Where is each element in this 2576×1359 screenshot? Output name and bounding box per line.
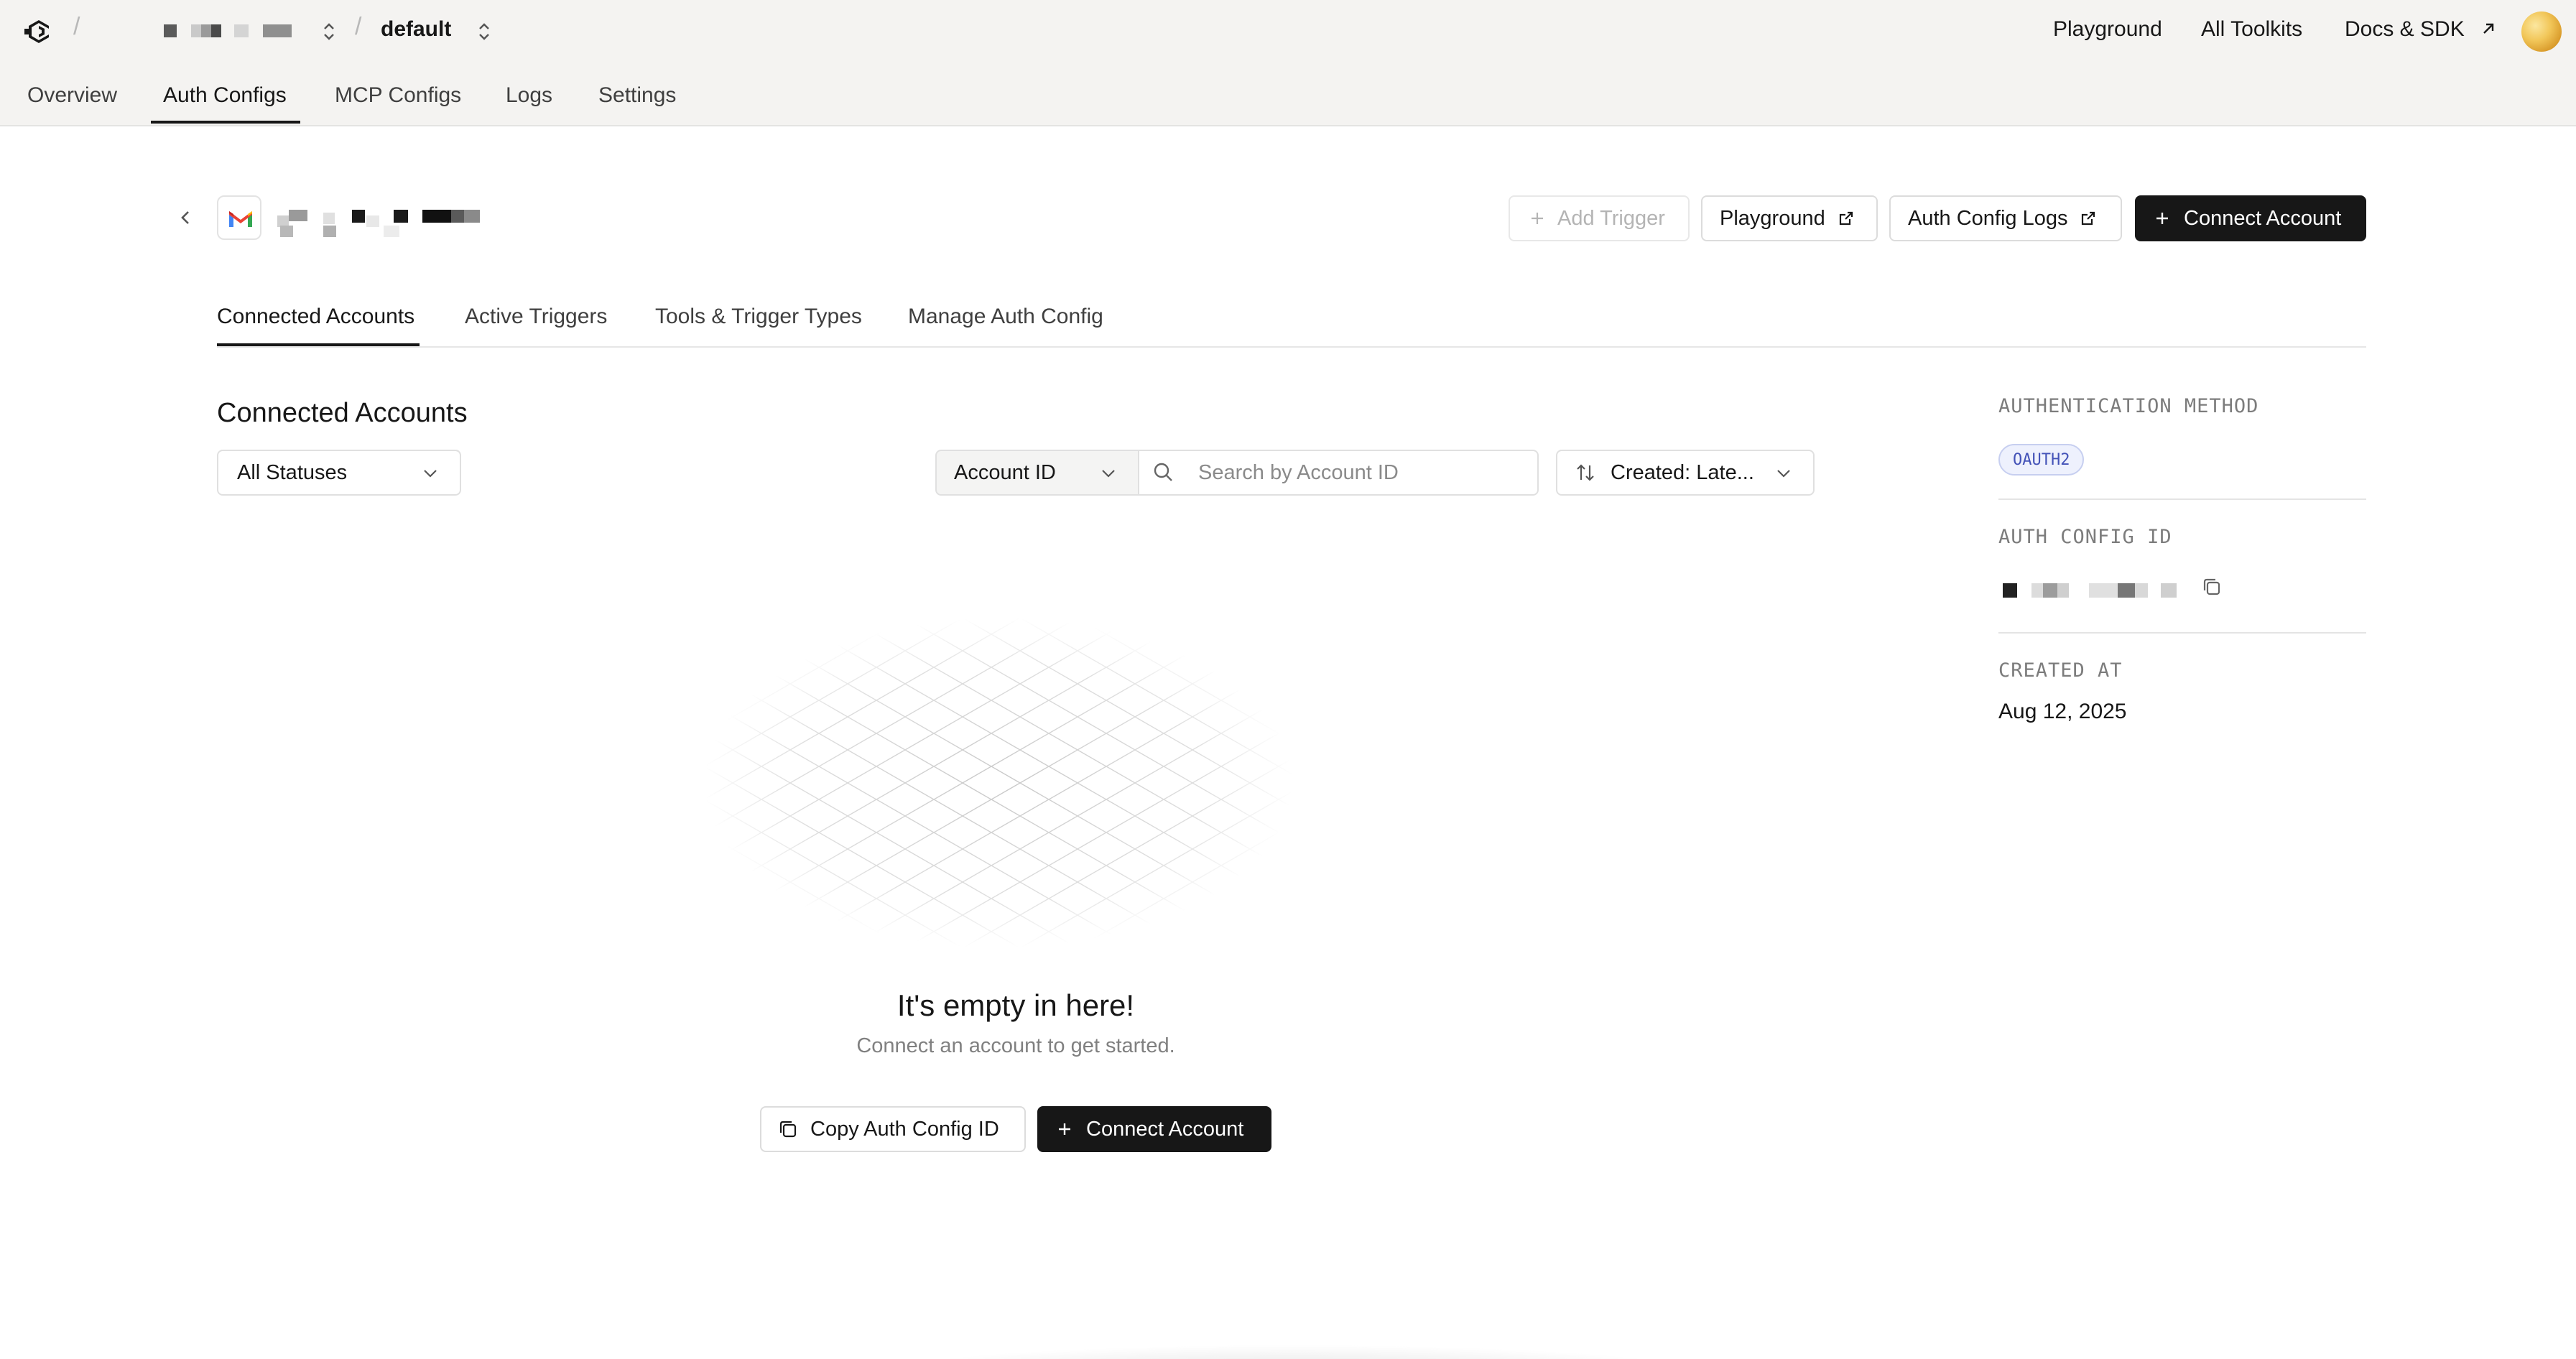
auth-config-logs-button[interactable]: Auth Config Logs (1889, 195, 2122, 241)
bottom-panel-shadow (876, 1345, 1710, 1359)
playground-button[interactable]: Playground (1701, 195, 1878, 241)
copy-icon[interactable] (2201, 576, 2223, 598)
subtab-active-triggers[interactable]: Active Triggers (465, 305, 607, 329)
empty-state-grid-illustration (704, 618, 1293, 948)
search-field-select[interactable]: Account ID (935, 450, 1139, 496)
empty-state-subtitle: Connect an account to get started. (856, 1034, 1175, 1057)
user-avatar[interactable] (2521, 11, 2562, 52)
top-bar: / / default Playground All Toolkits Docs… (0, 0, 2576, 126)
add-trigger-button[interactable]: Add Trigger (1509, 195, 1690, 241)
org-switcher-icon[interactable] (320, 20, 338, 43)
gmail-icon (229, 211, 252, 227)
docs-sdk-label: Docs & SDK (2345, 17, 2465, 41)
section-title: Connected Accounts (217, 398, 468, 428)
connect-account-button[interactable]: Connect Account (2135, 195, 2366, 241)
copy-auth-config-id-button[interactable]: Copy Auth Config ID (760, 1106, 1026, 1152)
sort-select[interactable]: Created: Late... (1556, 450, 1815, 496)
chevron-down-icon (1777, 470, 1790, 478)
plus-icon (1532, 213, 1543, 224)
tab-mcp-configs[interactable]: MCP Configs (335, 83, 461, 108)
tab-logs[interactable]: Logs (506, 83, 552, 108)
empty-state-connect-account-button[interactable]: Connect Account (1037, 1106, 1271, 1152)
subtab-manage-auth-config[interactable]: Manage Auth Config (908, 305, 1103, 329)
subtab-divider (217, 346, 2366, 348)
active-tab-indicator (151, 121, 300, 124)
copy-auth-config-id-label: Copy Auth Config ID (810, 1117, 999, 1141)
plus-icon (2156, 213, 2168, 224)
auth-method-label: AUTHENTICATION METHOD (1998, 395, 2259, 417)
tab-auth-configs[interactable]: Auth Configs (163, 83, 287, 108)
project-switcher-icon[interactable] (476, 20, 493, 43)
sort-arrows-icon (1577, 464, 1594, 481)
chevron-down-icon (424, 470, 437, 478)
created-at-value: Aug 12, 2025 (1998, 700, 2127, 723)
app-logo-icon[interactable] (23, 16, 55, 47)
playground-link[interactable]: Playground (2053, 17, 2162, 42)
breadcrumb-separator: / (73, 13, 80, 40)
breadcrumb-separator: / (355, 13, 362, 40)
project-name[interactable]: default (381, 17, 451, 42)
status-filter-select[interactable]: All Statuses (217, 450, 461, 496)
sort-value: Created: Late... (1611, 460, 1754, 484)
status-filter-value: All Statuses (237, 460, 348, 484)
auth-method-badge: OAUTH2 (1998, 444, 2085, 476)
arrow-up-right-icon (2483, 23, 2494, 34)
subtab-tools-trigger-types[interactable]: Tools & Trigger Types (655, 305, 862, 329)
search-field-value: Account ID (954, 460, 1056, 484)
auth-config-logs-label: Auth Config Logs (1908, 206, 2068, 230)
copy-icon (779, 1121, 797, 1138)
back-chevron-icon[interactable] (177, 207, 194, 228)
subtab-connected-accounts[interactable]: Connected Accounts (217, 305, 414, 329)
external-link-icon (2082, 211, 2095, 226)
empty-state-title: It's empty in here! (896, 988, 1135, 1022)
plus-icon (1059, 1123, 1070, 1135)
info-divider (1998, 632, 2366, 634)
info-divider (1998, 498, 2366, 500)
chevron-down-icon (1102, 470, 1115, 478)
playground-button-label: Playground (1720, 206, 1825, 230)
auth-config-id-label: AUTH CONFIG ID (1998, 526, 2172, 548)
add-trigger-label: Add Trigger (1557, 206, 1665, 230)
search-icon (1154, 463, 1172, 481)
empty-state-connect-account-label: Connect Account (1086, 1117, 1244, 1141)
gmail-logo (217, 195, 261, 240)
active-subtab-indicator (217, 343, 420, 346)
docs-sdk-link[interactable]: Docs & SDK (2345, 17, 2496, 42)
tab-overview[interactable]: Overview (27, 83, 117, 108)
search-input[interactable] (1138, 450, 1539, 496)
external-link-icon (1839, 211, 1853, 226)
created-at-label: CREATED AT (1998, 659, 2123, 682)
all-toolkits-link[interactable]: All Toolkits (2201, 17, 2302, 42)
connect-account-label: Connect Account (2184, 206, 2342, 230)
tab-settings[interactable]: Settings (598, 83, 676, 108)
